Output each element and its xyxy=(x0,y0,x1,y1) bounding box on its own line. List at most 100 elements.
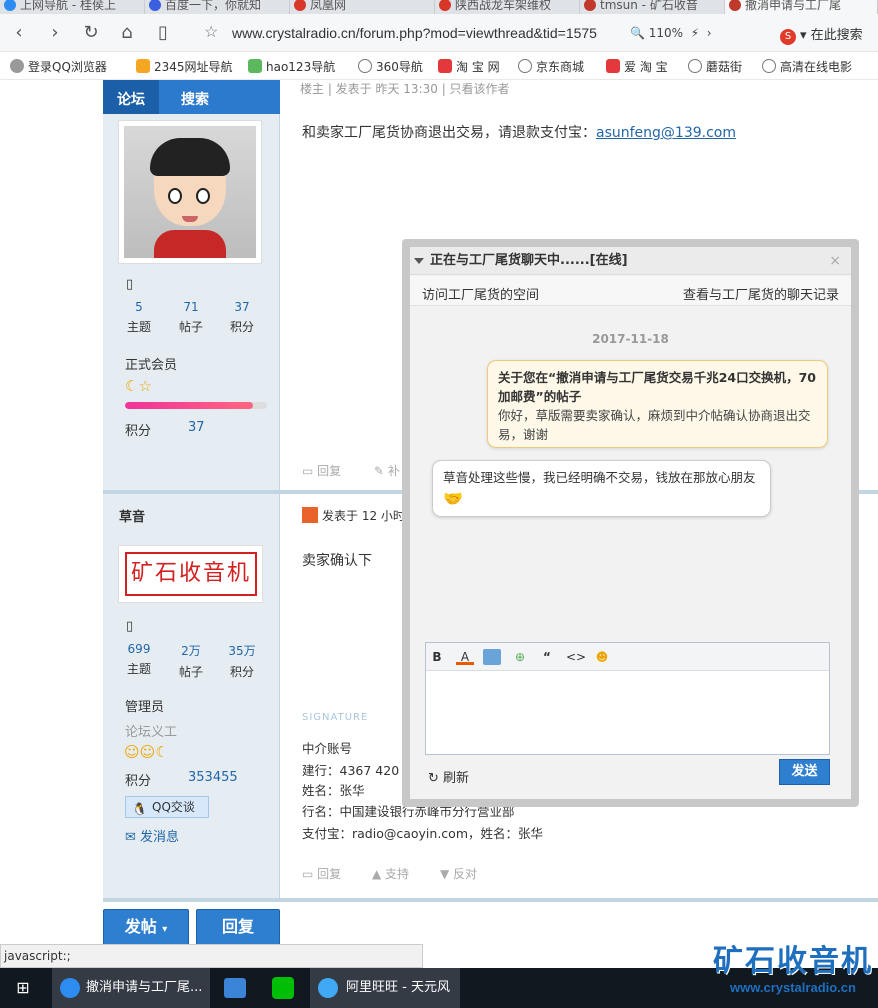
reader-icon[interactable]: ▯ xyxy=(152,22,174,44)
bold-icon[interactable]: B xyxy=(428,649,446,665)
moon-star-icon: ☾☆ xyxy=(125,377,152,395)
stat-credits[interactable]: 37 积分 xyxy=(222,300,262,335)
browser-tab-active[interactable]: 撤消申请与工厂尾 xyxy=(725,0,878,14)
close-icon[interactable]: × xyxy=(829,247,841,275)
forum-nav: 论坛 搜索 xyxy=(103,80,280,114)
browser-tab[interactable]: 陕西战龙车架维权 xyxy=(435,0,580,14)
new-post-button[interactable]: 发帖 ▾ xyxy=(103,909,189,945)
bookmark-item[interactable]: 淘 宝 网 xyxy=(438,58,500,75)
bookmark-label: 爱 淘 宝 xyxy=(624,60,668,74)
bookmark-item[interactable]: 爱 淘 宝 xyxy=(606,58,668,75)
forward-icon[interactable]: › xyxy=(44,22,66,44)
windows-start-icon[interactable]: ⊞ xyxy=(0,968,46,1008)
home-icon[interactable]: ⌂ xyxy=(116,22,138,44)
stat-topics[interactable]: 699 主题 xyxy=(119,642,159,677)
user-group[interactable]: 管理员 xyxy=(125,696,164,715)
stat-value: 35万 xyxy=(228,644,256,658)
send-button[interactable]: 发送 xyxy=(779,759,830,785)
emoji-icon[interactable]: ☻ xyxy=(593,649,611,665)
user-group[interactable]: 正式会员 xyxy=(125,354,177,373)
2345-icon xyxy=(136,59,150,73)
bookmark-item[interactable]: 蘑菇街 xyxy=(688,58,742,75)
signature-label: SIGNATURE xyxy=(302,712,369,723)
bookmark-item[interactable]: 2345网址导航 xyxy=(136,58,233,75)
font-color-icon[interactable]: A xyxy=(456,649,474,665)
zoom-level[interactable]: 🔍 110% ⚡ › xyxy=(630,26,712,40)
user-icon xyxy=(10,59,24,73)
browser-tab[interactable]: tmsun - 矿石收音 xyxy=(580,0,725,14)
stat-posts[interactable]: 2万 帖子 xyxy=(171,642,211,680)
refresh-button[interactable]: ↻ 刷新 xyxy=(428,767,469,786)
sub-group: 论坛义工 xyxy=(125,725,178,740)
avatar[interactable] xyxy=(118,120,262,264)
bookmark-item[interactable]: hao123导航 xyxy=(248,58,335,75)
support-action[interactable]: ▲ 支持 xyxy=(372,865,409,882)
stat-topics[interactable]: 5 主题 xyxy=(119,300,159,335)
author-icon xyxy=(302,507,318,523)
taskbar-app[interactable] xyxy=(266,968,300,1008)
dropdown-arrow-icon: ▾ xyxy=(162,924,168,935)
chat-title-bar[interactable]: 正在与工厂尾货聊天中......[在线] × xyxy=(410,247,851,275)
browser-tab[interactable]: 百度一下，你就知 xyxy=(145,0,290,14)
bookmark-item[interactable]: 高清在线电影 xyxy=(762,58,852,75)
stat-posts[interactable]: 71 帖子 xyxy=(171,300,211,335)
qq-browser-icon xyxy=(60,978,80,998)
reply-action[interactable]: ▭ 回复 xyxy=(302,462,341,479)
globe-icon xyxy=(358,59,372,73)
taskbar-app[interactable] xyxy=(218,968,252,1008)
oppose-action[interactable]: ▼ 反对 xyxy=(440,865,477,882)
author-name[interactable]: 草音 xyxy=(119,506,145,525)
url-field[interactable]: ☆ www.crystalradio.cn/forum.php?mod=view… xyxy=(200,20,620,46)
nav-search[interactable]: 搜索 xyxy=(181,89,209,109)
signature-line: 支付宝：radio@caoyin.com，姓名：张华 xyxy=(302,826,543,841)
refresh-icon: ↻ xyxy=(428,771,439,786)
stat-value: 2万 xyxy=(181,644,201,658)
credit-label: 积分 xyxy=(125,424,152,439)
chat-history-link[interactable]: 查看与工厂尾货的聊天记录 xyxy=(683,284,839,303)
nav-forum[interactable]: 论坛 xyxy=(103,80,159,114)
browser-tab[interactable]: 上网导航 - 桂侯上 xyxy=(0,0,145,14)
taskbar-label: 阿里旺旺 - 天元风 xyxy=(346,980,450,995)
reply-action[interactable]: ▭ 回复 xyxy=(302,865,341,882)
taskbar-wangwang[interactable]: 阿里旺旺 - 天元风 xyxy=(310,968,460,1008)
progress-fill xyxy=(125,402,253,409)
oppose-label: 反对 xyxy=(453,867,478,881)
stat-value: 71 xyxy=(183,300,199,314)
taobao-icon xyxy=(438,59,452,73)
send-message-link[interactable]: ✉ 发消息 xyxy=(125,826,179,845)
visit-space-link[interactable]: 访问工厂尾货的空间 xyxy=(422,284,539,303)
avatar[interactable]: 矿石收音机 xyxy=(118,545,263,603)
reply-button[interactable]: 回复 xyxy=(196,909,280,945)
post-divider xyxy=(103,898,878,902)
search-engine[interactable]: S ▾ 在此搜索 xyxy=(780,24,863,45)
email-link[interactable]: asunfeng@139.com xyxy=(596,125,736,141)
star-icon[interactable]: ☆ xyxy=(204,20,218,46)
bookmark-item[interactable]: 登录QQ浏览器 xyxy=(10,58,107,75)
bookmark-item[interactable]: 京东商城 xyxy=(518,58,584,75)
qq-label: QQ交谈 xyxy=(152,800,195,814)
code-icon[interactable]: <> xyxy=(566,649,586,665)
zoom-value: 110% xyxy=(648,26,684,40)
browser-tab[interactable]: 凤凰网 xyxy=(290,0,435,14)
qq-chat-button[interactable]: 🐧 QQ交谈 xyxy=(125,796,209,818)
image-icon[interactable] xyxy=(483,649,501,665)
bookmark-item[interactable]: 360导航 xyxy=(358,58,423,75)
watermark-title: 矿石收音机 xyxy=(713,944,873,979)
medal-icons: ☺☺☾ xyxy=(124,743,169,761)
collapse-triangle-icon[interactable] xyxy=(414,258,424,264)
qq-icon: 🐧 xyxy=(132,802,147,816)
bookmark-label: 京东商城 xyxy=(536,60,585,74)
taskbar-browser[interactable]: 撤消申请与工厂尾... xyxy=(52,968,210,1008)
message-editor[interactable]: B A ⊕ “ <> ☻ xyxy=(425,642,830,755)
stat-credits[interactable]: 35万 积分 xyxy=(222,642,262,680)
back-icon[interactable]: ‹ xyxy=(8,22,30,44)
refresh-icon[interactable]: ↻ xyxy=(80,22,102,44)
bookmark-label: 淘 宝 网 xyxy=(456,60,500,74)
add-action[interactable]: ✎ 补 xyxy=(374,462,400,479)
post-time: 发表于 12 小时 xyxy=(322,509,405,523)
bookmarks-bar: 登录QQ浏览器 2345网址导航 hao123导航 360导航 淘 宝 网 京东… xyxy=(0,53,878,80)
quote-icon[interactable]: “ xyxy=(538,649,556,665)
link-icon[interactable]: ⊕ xyxy=(511,649,529,665)
post-body: 和卖家工厂尾货协商退出交易，请退款支付宝：asunfeng@139.com xyxy=(302,122,736,142)
tab-label: 上网导航 - 桂侯上 xyxy=(20,0,116,12)
